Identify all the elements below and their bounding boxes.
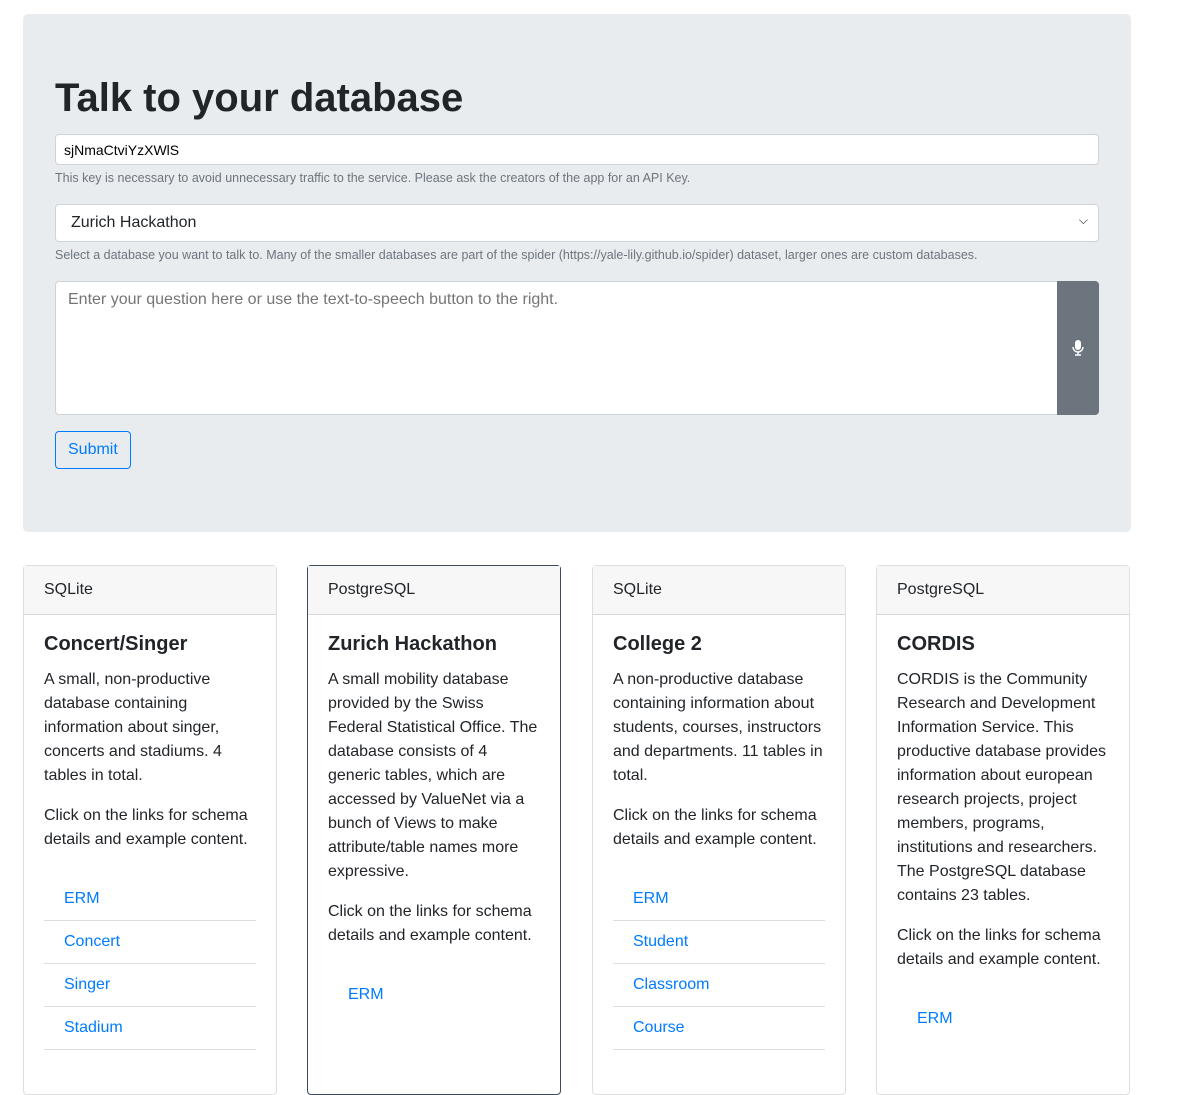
card-engine: PostgreSQL: [308, 566, 560, 615]
schema-links: ERM: [897, 998, 1109, 1040]
database-card: SQLite College 2 A non-productive databa…: [592, 565, 846, 1095]
database-select[interactable]: Zurich Hackathon ⌵: [55, 204, 1099, 242]
database-select-value: Zurich Hackathon: [71, 214, 197, 231]
schema-link[interactable]: Course: [613, 1007, 825, 1050]
api-key-help: This key is necessary to avoid unnecessa…: [55, 171, 691, 185]
card-description: A small mobility database provided by th…: [328, 671, 538, 880]
card-description: CORDIS is the Community Research and Dev…: [897, 671, 1107, 904]
card-description: A small, non-productive database contain…: [44, 671, 222, 784]
database-card: PostgreSQL CORDIS CORDIS is the Communit…: [876, 565, 1130, 1095]
card-title: College 2: [613, 633, 702, 655]
speech-button[interactable]: [1057, 281, 1099, 415]
schema-link[interactable]: Singer: [44, 964, 256, 1007]
card-hint: Click on the links for schema details an…: [328, 903, 532, 944]
schema-link[interactable]: ERM: [328, 974, 540, 1016]
schema-link[interactable]: ERM: [44, 878, 256, 921]
schema-link[interactable]: Concert: [44, 921, 256, 964]
page-title: Talk to your database: [55, 76, 464, 120]
card-engine: SQLite: [593, 566, 845, 615]
card-engine: SQLite: [24, 566, 276, 615]
card-description: A non-productive database containing inf…: [613, 671, 823, 784]
database-help: Select a database you want to talk to. M…: [55, 248, 978, 262]
schema-link[interactable]: ERM: [613, 878, 825, 921]
schema-links: ERM: [328, 974, 540, 1016]
microphone-icon: [1072, 340, 1084, 356]
database-card: PostgreSQL Zurich Hackathon A small mobi…: [307, 565, 561, 1095]
card-title: Zurich Hackathon: [328, 633, 497, 655]
schema-link[interactable]: ERM: [897, 998, 1109, 1040]
database-card: SQLite Concert/Singer A small, non-produ…: [23, 565, 277, 1095]
card-engine: PostgreSQL: [877, 566, 1129, 615]
schema-links: ERM Student Classroom Course: [613, 878, 825, 1050]
query-panel: Talk to your database This key is necess…: [23, 14, 1131, 532]
schema-link[interactable]: Student: [613, 921, 825, 964]
card-hint: Click on the links for schema details an…: [44, 807, 248, 848]
question-input[interactable]: [55, 281, 1058, 415]
schema-links: ERM Concert Singer Stadium: [44, 878, 256, 1050]
schema-link[interactable]: Stadium: [44, 1007, 256, 1050]
submit-button[interactable]: Submit: [55, 431, 131, 469]
card-hint: Click on the links for schema details an…: [613, 807, 817, 848]
card-title: CORDIS: [897, 633, 975, 655]
card-hint: Click on the links for schema details an…: [897, 927, 1101, 968]
chevron-down-icon: ⌵: [1078, 213, 1088, 227]
card-title: Concert/Singer: [44, 633, 188, 655]
api-key-input[interactable]: [55, 134, 1099, 165]
schema-link[interactable]: Classroom: [613, 964, 825, 1007]
